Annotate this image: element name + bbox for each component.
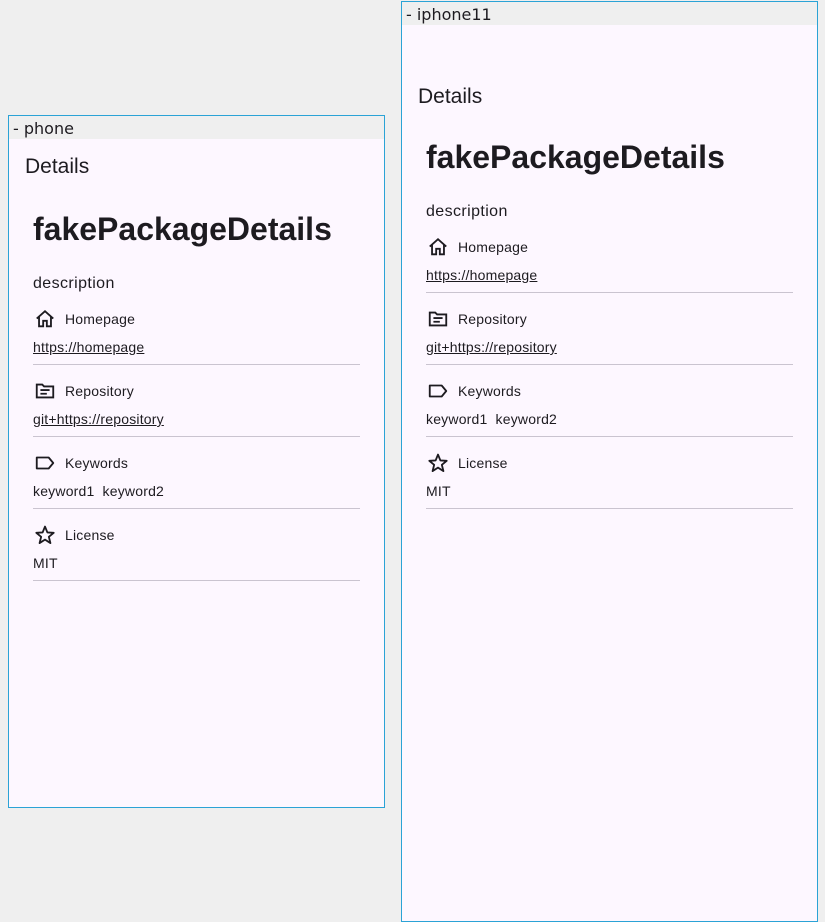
repository-link[interactable]: git+https://repository bbox=[33, 411, 164, 427]
homepage-section: Homepage https://homepage bbox=[33, 307, 360, 365]
keyword-chip: keyword1 bbox=[33, 483, 95, 499]
repository-section: Repository git+https://repository bbox=[33, 379, 360, 437]
phone-preview-frame: - phone Details fakePackageDetails descr… bbox=[8, 115, 385, 808]
folder-icon bbox=[33, 379, 57, 403]
keywords-label: Keywords bbox=[458, 383, 522, 399]
license-label: License bbox=[65, 527, 115, 543]
package-name: fakePackageDetails bbox=[33, 211, 332, 247]
homepage-link[interactable]: https://homepage bbox=[426, 267, 537, 283]
license-label: License bbox=[458, 455, 508, 471]
appbar-title: Details bbox=[418, 85, 483, 108]
package-details: fakePackageDetails description Homepage … bbox=[33, 209, 360, 581]
license-value: MIT bbox=[33, 555, 58, 571]
package-description: description bbox=[33, 275, 115, 292]
keyword-chip: keyword1 bbox=[426, 411, 488, 427]
homepage-label: Homepage bbox=[65, 311, 136, 327]
star-icon bbox=[426, 451, 450, 475]
license-value: MIT bbox=[426, 483, 451, 499]
homepage-label: Homepage bbox=[458, 239, 529, 255]
label-tag-icon bbox=[33, 451, 57, 475]
repository-link[interactable]: git+https://repository bbox=[426, 339, 557, 355]
frame-label-iphone11: - iphone11 bbox=[402, 2, 817, 25]
license-section: License MIT bbox=[426, 451, 793, 509]
keywords-section: Keywords keyword1 keyword2 bbox=[33, 451, 360, 509]
details-screen: Details fakePackageDetails description H… bbox=[9, 139, 384, 807]
package-details: fakePackageDetails description Homepage … bbox=[426, 137, 793, 509]
repository-label: Repository bbox=[458, 311, 527, 327]
keywords-label: Keywords bbox=[65, 455, 129, 471]
iphone11-preview-frame: - iphone11 Details fakePackageDetails de… bbox=[401, 1, 818, 922]
license-section: License MIT bbox=[33, 523, 360, 581]
homepage-section: Homepage https://homepage bbox=[426, 235, 793, 293]
keyword-chip: keyword2 bbox=[102, 483, 165, 499]
star-icon bbox=[33, 523, 57, 547]
keyword-chip: keyword2 bbox=[495, 411, 558, 427]
keywords-section: Keywords keyword1 keyword2 bbox=[426, 379, 793, 437]
repository-section: Repository git+https://repository bbox=[426, 307, 793, 365]
details-screen: Details fakePackageDetails description H… bbox=[402, 25, 817, 921]
package-description: description bbox=[426, 203, 508, 220]
frame-label-phone: - phone bbox=[9, 116, 384, 139]
label-tag-icon bbox=[426, 379, 450, 403]
home-icon bbox=[426, 235, 450, 259]
appbar-title: Details bbox=[25, 155, 90, 178]
folder-icon bbox=[426, 307, 450, 331]
package-name: fakePackageDetails bbox=[426, 139, 725, 175]
homepage-link[interactable]: https://homepage bbox=[33, 339, 144, 355]
home-icon bbox=[33, 307, 57, 331]
repository-label: Repository bbox=[65, 383, 134, 399]
